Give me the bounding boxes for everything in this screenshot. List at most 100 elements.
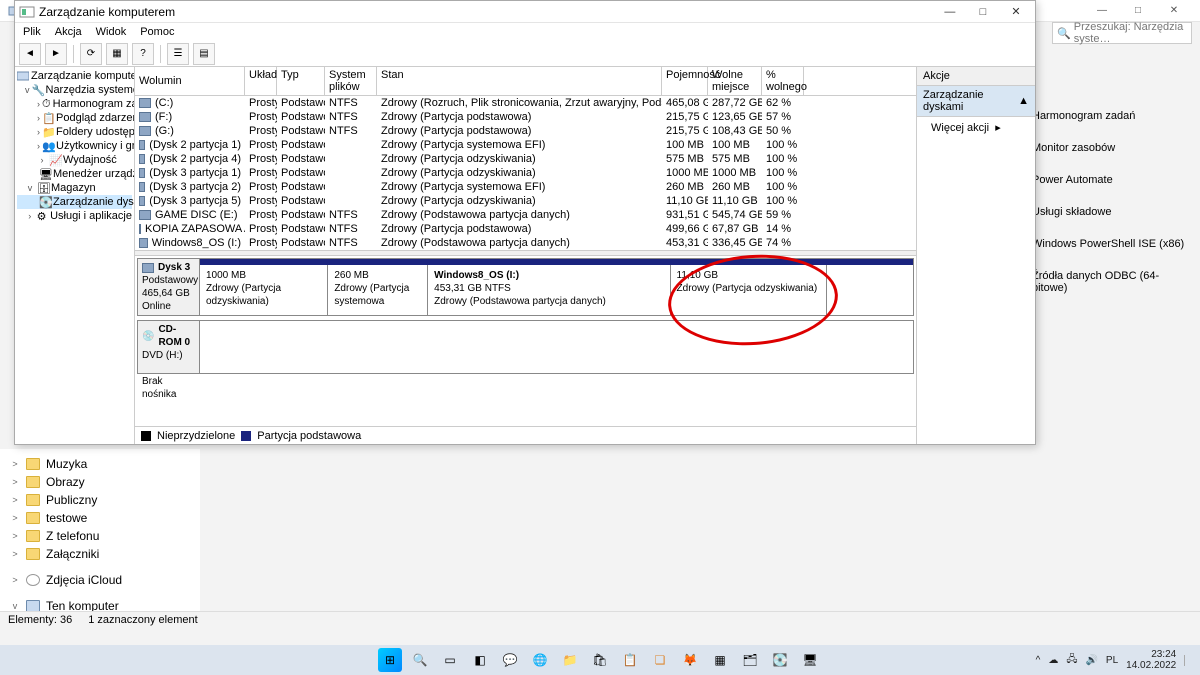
office-button[interactable]: ❏ — [648, 648, 672, 672]
nav-icloud[interactable]: >Zdjęcia iCloud — [10, 571, 190, 589]
tree-item[interactable]: ›📁Foldery udostępnione — [17, 125, 132, 139]
volume-row[interactable]: GAME DISC (E:)ProstyPodstawowyNTFSZdrowy… — [135, 208, 916, 222]
nav-folder[interactable]: >testowe — [10, 509, 190, 527]
col-status[interactable]: Stan — [377, 67, 662, 95]
link-item[interactable]: Usługi składowe — [1032, 196, 1192, 228]
app-button[interactable]: 💽 — [768, 648, 792, 672]
view-detail-button[interactable]: ▤ — [193, 43, 215, 65]
tree-system-tools[interactable]: v🔧Narzędzia systemowe — [17, 83, 132, 97]
help-button[interactable]: ? — [132, 43, 154, 65]
actions-category[interactable]: Zarządzanie dyskami ▲ — [917, 86, 1035, 117]
volume-icon[interactable]: 🔊 — [1085, 655, 1097, 666]
volume-row[interactable]: (Dysk 2 partycja 4)ProstyPodstawowyZdrow… — [135, 152, 916, 166]
col-volume[interactable]: Wolumin — [135, 67, 245, 95]
link-item[interactable]: Monitor zasobów — [1032, 132, 1192, 164]
properties-button[interactable]: ▦ — [106, 43, 128, 65]
app-button[interactable]: 📋 — [618, 648, 642, 672]
tray-chevron-icon[interactable]: ^ — [1036, 655, 1041, 666]
app-button[interactable]: 🗂 — [738, 648, 762, 672]
col-capacity[interactable]: Pojemność — [662, 67, 708, 95]
tree-item[interactable]: ›📋Podgląd zdarzeń — [17, 111, 132, 125]
onedrive-icon[interactable]: ☁ — [1048, 655, 1058, 666]
cdrom-block[interactable]: 💿CD-ROM 0 DVD (H:) Brak nośnika — [137, 320, 914, 374]
parent-maximize-button[interactable]: □ — [1120, 5, 1156, 16]
volume-row[interactable]: (Dysk 3 partycja 5)ProstyPodstawowyZdrow… — [135, 194, 916, 208]
partition[interactable]: 260 MBZdrowy (Partycja systemowa — [328, 265, 428, 315]
tree-item[interactable]: ›📈Wydajność — [17, 153, 132, 167]
view-list-button[interactable]: ☰ — [167, 43, 189, 65]
forward-button[interactable]: ► — [45, 43, 67, 65]
nav-folder[interactable]: >Publiczny — [10, 491, 190, 509]
system-tray[interactable]: ^ ☁ 🖧 🔊 PL 23:24 14.02.2022 — [1036, 649, 1194, 671]
col-fs[interactable]: System plików — [325, 67, 377, 95]
chat-button[interactable]: 💬 — [498, 648, 522, 672]
tree-storage[interactable]: v🗄Magazyn — [17, 181, 132, 195]
edge-button[interactable]: 🌐 — [528, 648, 552, 672]
volume-row[interactable]: (Dysk 3 partycja 2)ProstyPodstawowyZdrow… — [135, 180, 916, 194]
volume-row[interactable]: (Dysk 2 partycja 1)ProstyPodstawowyZdrow… — [135, 138, 916, 152]
volume-row[interactable]: (C:)ProstyPodstawowyNTFSZdrowy (Rozruch,… — [135, 96, 916, 110]
volume-row[interactable]: (Dysk 3 partycja 1)ProstyPodstawowyZdrow… — [135, 166, 916, 180]
partition[interactable]: 11,10 GBZdrowy (Partycja odzyskiwania) — [671, 265, 828, 315]
explorer-button[interactable]: 📁 — [558, 648, 582, 672]
col-layout[interactable]: Układ — [245, 67, 277, 95]
col-free[interactable]: Wolne miejsce — [708, 67, 762, 95]
link-item[interactable]: Źródła danych ODBC (64-bitowe) — [1032, 260, 1192, 304]
tree-item[interactable]: 🖥Menedżer urządzeń — [17, 167, 132, 181]
app-button[interactable]: ▦ — [708, 648, 732, 672]
volume-list-header[interactable]: Wolumin Układ Typ System plików Stan Poj… — [135, 67, 916, 96]
console-tree[interactable]: Zarządzanie komputerem (lokalne) v🔧Narzę… — [15, 67, 135, 444]
mmc-close-button[interactable]: ✕ — [1001, 5, 1031, 18]
start-button[interactable]: ⊞ — [378, 648, 402, 672]
link-item[interactable]: Harmonogram zadań — [1032, 100, 1192, 132]
parent-search-input[interactable]: 🔍 Przeszukaj: Narzędzia syste… — [1052, 22, 1192, 44]
tree-item[interactable]: ›⏱Harmonogram zadań — [17, 97, 132, 111]
parent-minimize-button[interactable]: — — [1084, 5, 1120, 16]
partition[interactable]: 1000 MBZdrowy (Partycja odzyskiwania) — [200, 265, 328, 315]
link-item[interactable]: Windows PowerShell ISE (x86) — [1032, 228, 1192, 260]
pc-icon — [17, 70, 29, 82]
tree-disk-management[interactable]: 💽Zarządzanie dyskami — [17, 195, 132, 209]
parent-close-button[interactable]: ✕ — [1156, 5, 1192, 16]
volume-list[interactable]: (C:)ProstyPodstawowyNTFSZdrowy (Rozruch,… — [135, 96, 916, 250]
tree-root[interactable]: Zarządzanie komputerem (lokalne) — [17, 69, 132, 83]
firefox-button[interactable]: 🦊 — [678, 648, 702, 672]
show-desktop-button[interactable] — [1184, 655, 1194, 666]
mmc-titlebar[interactable]: Zarządzanie komputerem — □ ✕ — [15, 1, 1035, 23]
clock[interactable]: 23:24 14.02.2022 — [1126, 649, 1176, 671]
tree-item[interactable]: ›👥Użytkownicy i grupy lokalne — [17, 139, 132, 153]
disk-3-block[interactable]: Dysk 3 Podstawowy 465,64 GB Online 1000 … — [137, 258, 914, 316]
tree-services[interactable]: ›⚙Usługi i aplikacje — [17, 209, 132, 223]
disk-graphical-view[interactable]: Dysk 3 Podstawowy 465,64 GB Online 1000 … — [135, 256, 916, 426]
widgets-button[interactable]: ◧ — [468, 648, 492, 672]
network-icon[interactable]: 🖧 — [1066, 652, 1077, 669]
taskview-button[interactable]: ▭ — [438, 648, 462, 672]
app-button[interactable]: 🖥 — [798, 648, 822, 672]
col-pct[interactable]: % wolnego — [762, 67, 804, 95]
actions-more[interactable]: Więcej akcji ▸ — [917, 117, 1035, 138]
nav-folder[interactable]: >Muzyka — [10, 455, 190, 473]
mmc-minimize-button[interactable]: — — [935, 6, 965, 18]
nav-folder[interactable]: >Załączniki — [10, 545, 190, 563]
volume-row[interactable]: (G:)ProstyPodstawowyNTFSZdrowy (Partycja… — [135, 124, 916, 138]
menu-action[interactable]: Akcja — [55, 26, 82, 38]
link-item[interactable]: Power Automate — [1032, 164, 1192, 196]
mmc-maximize-button[interactable]: □ — [968, 6, 998, 18]
menu-view[interactable]: Widok — [96, 26, 127, 38]
taskbar[interactable]: ⊞ 🔍 ▭ ◧ 💬 🌐 📁 🛍 📋 ❏ 🦊 ▦ 🗂 💽 🖥 ^ ☁ 🖧 🔊 PL… — [0, 645, 1200, 675]
col-type[interactable]: Typ — [277, 67, 325, 95]
store-button[interactable]: 🛍 — [588, 648, 612, 672]
nav-folder[interactable]: >Obrazy — [10, 473, 190, 491]
volume-icon — [139, 210, 151, 220]
language-indicator[interactable]: PL — [1106, 655, 1118, 666]
partition[interactable]: Windows8_OS (I:)453,31 GB NTFSZdrowy (Po… — [428, 265, 670, 315]
menu-help[interactable]: Pomoc — [140, 26, 174, 38]
volume-row[interactable]: Windows8_OS (I:)ProstyPodstawowyNTFSZdro… — [135, 236, 916, 250]
search-button[interactable]: 🔍 — [408, 648, 432, 672]
menu-file[interactable]: Plik — [23, 26, 41, 38]
back-button[interactable]: ◄ — [19, 43, 41, 65]
volume-row[interactable]: (F:)ProstyPodstawowyNTFSZdrowy (Partycja… — [135, 110, 916, 124]
volume-row[interactable]: KOPIA ZAPASOWA ACER (D:)ProstyPodstawowy… — [135, 222, 916, 236]
nav-folder[interactable]: >Z telefonu — [10, 527, 190, 545]
refresh-button[interactable]: ⟳ — [80, 43, 102, 65]
